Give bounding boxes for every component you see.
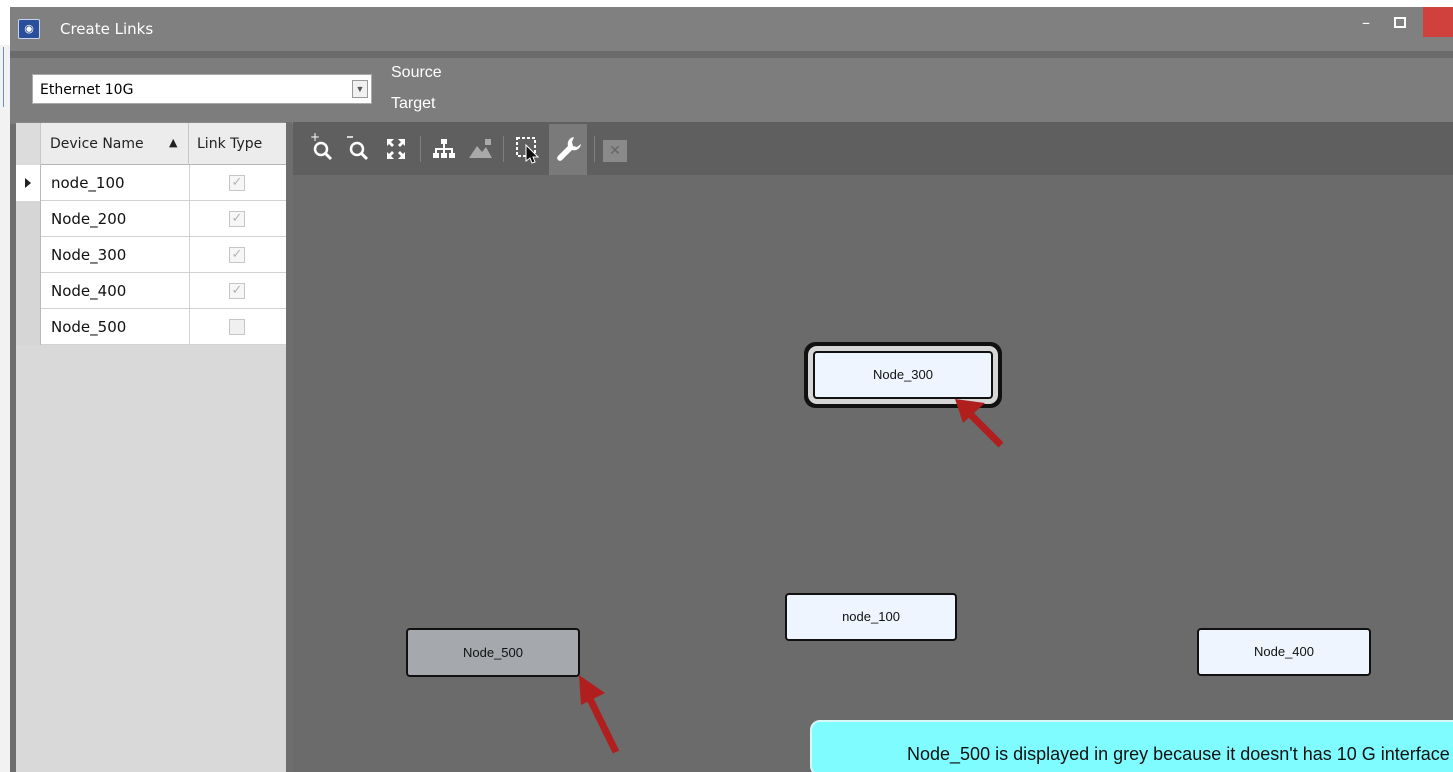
zoom-out-button[interactable] — [341, 130, 375, 166]
hierarchy-layout-icon — [433, 139, 455, 158]
svg-text:+: + — [310, 131, 320, 144]
window-title: Create Links — [60, 20, 154, 38]
network-canvas[interactable]: Node_300 node_100 Node_500 Node_400 Node… — [293, 175, 1453, 772]
background-page-marks — [3, 47, 4, 107]
annotation-arrow-icon — [955, 399, 1004, 448]
checkbox-checked-icon[interactable]: ✓ — [229, 247, 245, 263]
target-label: Target — [391, 95, 436, 112]
fit-to-screen-icon — [387, 139, 405, 159]
checkbox-checked-icon[interactable]: ✓ — [229, 211, 245, 227]
row-selector[interactable] — [16, 273, 41, 309]
column-header-device-name[interactable]: Device Name ▲ — [41, 123, 189, 165]
link-type-cell: ✓ — [189, 273, 286, 309]
minimize-button[interactable]: – — [1354, 13, 1378, 37]
link-type-cell — [189, 309, 286, 345]
close-button[interactable] — [1423, 7, 1453, 37]
grid-empty-area — [16, 345, 286, 772]
device-name-cell: Node_500 — [51, 318, 127, 336]
zoom-out-icon — [347, 136, 369, 161]
link-type-value: Ethernet 10G — [40, 82, 134, 98]
image-button[interactable] — [463, 130, 497, 166]
maximize-icon — [1394, 17, 1406, 28]
callout-text: Node_500 is displayed in grey because it… — [907, 744, 1450, 764]
toolbar-separator — [420, 136, 421, 162]
image-icon — [469, 139, 492, 158]
link-type-cell: ✓ — [189, 237, 286, 273]
table-row[interactable]: Node_400 ✓ — [16, 273, 286, 309]
select-region-button[interactable] — [511, 130, 545, 166]
table-row[interactable]: Node_500 — [16, 309, 286, 345]
annotation-callout: Node_500 is displayed in grey because it… — [810, 720, 1453, 772]
maximize-button[interactable] — [1388, 13, 1412, 37]
chevron-down-icon[interactable]: ▼ — [352, 80, 368, 98]
link-type-panel: Ethernet 10G ▼ Source Target — [10, 58, 1453, 124]
wrench-button[interactable] — [549, 124, 587, 175]
node-node-500[interactable]: Node_500 — [406, 628, 580, 677]
grid-header: Device Name ▲ Link Type — [16, 123, 286, 165]
canvas-toolbar: + ✕ — [293, 122, 1453, 175]
row-selector[interactable] — [16, 201, 41, 237]
node-label: Node_400 — [1254, 644, 1314, 659]
checkbox-checked-icon[interactable]: ✓ — [229, 175, 245, 191]
title-separator — [10, 51, 1453, 58]
delete-button[interactable]: ✕ — [603, 140, 627, 162]
annotation-arrow-icon — [579, 675, 620, 754]
device-name-cell: Node_300 — [51, 246, 127, 264]
table-row[interactable]: Node_300 ✓ — [16, 237, 286, 273]
checkbox-checked-icon[interactable]: ✓ — [229, 283, 245, 299]
wrench-icon — [557, 137, 581, 161]
link-type-cell: ✓ — [189, 165, 286, 201]
app-logo-icon: ◉ — [18, 19, 40, 39]
toolbar-separator — [594, 136, 595, 162]
device-grid: Device Name ▲ Link Type node_100 ✓ Node_… — [16, 122, 286, 772]
zoom-in-button[interactable]: + — [305, 130, 339, 166]
minimize-icon: – — [1362, 13, 1370, 32]
row-selector[interactable] — [16, 237, 41, 273]
node-label: node_100 — [842, 609, 900, 624]
source-label: Source — [391, 64, 442, 81]
row-selector-current-icon[interactable] — [16, 165, 41, 201]
device-name-cell: Node_200 — [51, 210, 127, 228]
panel-splitter[interactable] — [286, 122, 292, 772]
background-page-edge — [0, 45, 10, 772]
sort-ascending-icon: ▲ — [169, 136, 178, 149]
create-links-window: ◉ Create Links – Ethernet 10G ▼ Source T… — [10, 7, 1453, 772]
title-bar[interactable]: ◉ Create Links – — [10, 7, 1453, 51]
node-node-400[interactable]: Node_400 — [1197, 628, 1371, 676]
delete-icon: ✕ — [609, 143, 621, 159]
table-row[interactable]: node_100 ✓ — [16, 165, 286, 201]
node-node-100[interactable]: node_100 — [785, 593, 957, 641]
toolbar-separator — [503, 136, 504, 162]
link-type-cell: ✓ — [189, 201, 286, 237]
select-region-icon — [516, 137, 540, 164]
column-header-link-type[interactable]: Link Type — [189, 123, 286, 165]
device-name-cell: Node_400 — [51, 282, 127, 300]
checkbox-unchecked-icon[interactable] — [229, 319, 245, 335]
column-header-label: Link Type — [197, 136, 263, 152]
link-type-dropdown[interactable]: Ethernet 10G ▼ — [32, 74, 372, 104]
hierarchy-layout-button[interactable] — [427, 130, 461, 166]
header-row-selector[interactable] — [16, 123, 41, 165]
table-row[interactable]: Node_200 ✓ — [16, 201, 286, 237]
device-name-cell: node_100 — [51, 174, 125, 192]
row-selector[interactable] — [16, 309, 41, 345]
column-header-label: Device Name — [50, 136, 144, 152]
fit-to-screen-button[interactable] — [379, 130, 413, 166]
zoom-in-icon: + — [310, 130, 333, 161]
node-label: Node_500 — [463, 645, 523, 660]
